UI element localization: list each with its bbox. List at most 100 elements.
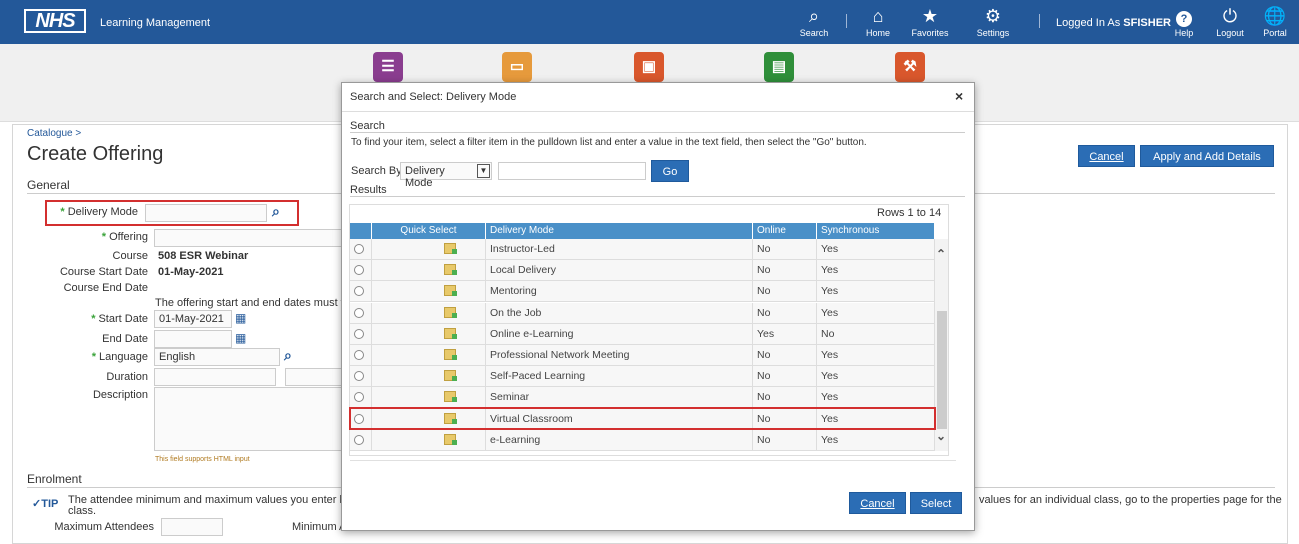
column-header-radio — [350, 223, 372, 239]
row-radio-button[interactable] — [354, 328, 364, 339]
column-header-online[interactable]: Online — [753, 223, 817, 239]
duration-input[interactable] — [154, 368, 276, 386]
cancel-button[interactable]: Cancel — [1078, 145, 1135, 167]
search-by-label: Search By — [351, 165, 402, 177]
quick-select-icon[interactable] — [444, 306, 457, 318]
quick-select-icon[interactable] — [444, 349, 457, 360]
presentation-icon[interactable]: ▭ — [502, 52, 532, 82]
header-search-button[interactable]: ⌕ Search — [798, 6, 830, 38]
row-radio-button[interactable] — [354, 350, 364, 360]
quick-select-cell — [372, 366, 486, 388]
tools-icon[interactable]: ⚒ — [895, 52, 925, 82]
header-home-label: Home — [865, 28, 890, 38]
calendar-icon[interactable]: ▦ — [235, 331, 246, 345]
modal-cancel-button[interactable]: Cancel — [849, 492, 906, 514]
column-header-synchronous[interactable]: Synchronous — [817, 223, 934, 239]
table-row[interactable]: Mentoring No Yes — [350, 281, 934, 303]
html-support-note: This field supports HTML input — [155, 456, 250, 463]
row-radio-button[interactable] — [354, 244, 364, 254]
table-row[interactable]: Seminar No Yes — [350, 387, 934, 409]
header-logout-button[interactable]: ⏻ Logout — [1212, 6, 1248, 38]
search-select-modal: Search and Select: Delivery Mode × Searc… — [341, 82, 975, 531]
table-row[interactable]: Instructor-Led No Yes — [350, 239, 934, 260]
quick-select-icon[interactable] — [444, 391, 457, 403]
search-by-select[interactable]: Delivery Mode ▼ — [400, 162, 492, 189]
duration-unit-select[interactable] — [285, 368, 342, 386]
quick-select-cell — [372, 429, 486, 451]
end-date-label: End Date — [102, 333, 148, 345]
search-icon[interactable]: ⌕ — [284, 347, 292, 364]
quick-select-icon[interactable] — [444, 433, 457, 445]
language-input[interactable]: English — [154, 348, 280, 366]
header-separator — [1039, 14, 1040, 28]
cancel-button-label: Cancel — [1089, 151, 1124, 163]
table-row[interactable]: Local Delivery No Yes — [350, 260, 934, 282]
offering-input[interactable] — [154, 229, 342, 247]
delivery-mode-cell: Self-Paced Learning — [486, 366, 753, 388]
online-cell: No — [753, 239, 817, 260]
table-row[interactable]: On the Job No Yes — [350, 302, 934, 324]
quick-select-icon[interactable] — [444, 264, 457, 276]
delivery-mode-input[interactable] — [145, 204, 267, 222]
folders-icon[interactable]: ▤ — [764, 52, 794, 82]
select-button[interactable]: Select — [910, 492, 962, 514]
chevron-up-icon[interactable]: ⌃ — [936, 247, 946, 261]
header-portal-button[interactable]: 🌐 Portal — [1259, 6, 1291, 38]
apply-and-add-details-button[interactable]: Apply and Add Details — [1140, 145, 1274, 167]
max-attendees-input[interactable] — [161, 518, 223, 536]
description-textarea[interactable] — [154, 387, 342, 451]
row-radio-button[interactable] — [354, 286, 364, 297]
table-row[interactable]: Self-Paced Learning No Yes — [350, 366, 934, 388]
header-separator — [846, 14, 847, 28]
row-radio-button[interactable] — [354, 265, 364, 276]
header-help-label: Help — [1174, 28, 1194, 38]
books-icon[interactable]: ☰ — [373, 52, 403, 82]
max-attendees-label: Maximum Attendees — [54, 521, 154, 533]
general-heading: General — [27, 178, 70, 192]
column-header-quick-select: Quick Select — [372, 223, 486, 239]
synchronous-cell: No — [821, 327, 835, 340]
quick-select-icon[interactable] — [444, 243, 457, 254]
header-home-button[interactable]: ⌂ Home — [862, 6, 894, 38]
online-cell: No — [753, 260, 817, 282]
gear-icon: ⚙ — [984, 6, 1002, 26]
row-radio-cell — [350, 281, 372, 303]
quick-select-cell — [372, 260, 486, 282]
chevron-down-icon[interactable]: ⌄ — [936, 429, 946, 443]
search-value-input[interactable] — [498, 162, 646, 180]
calendar-icon[interactable]: ▦ — [235, 311, 246, 325]
column-header-delivery-mode[interactable]: Delivery Mode — [486, 223, 753, 239]
row-radio-button[interactable] — [354, 371, 364, 382]
synchronous-cell: Yes — [821, 391, 839, 404]
go-button[interactable]: Go — [651, 160, 689, 182]
delivery-mode-cell: Instructor-Led — [486, 239, 753, 260]
row-radio-button[interactable] — [354, 307, 364, 318]
close-icon[interactable]: × — [955, 88, 963, 104]
modal-title: Search and Select: Delivery Mode — [350, 91, 517, 103]
virtual-classroom-highlight — [349, 407, 936, 430]
row-radio-cell — [350, 345, 372, 366]
synchronous-cell: Yes — [821, 264, 839, 277]
table-row[interactable]: e-Learning No Yes — [350, 429, 934, 451]
header-favorites-button[interactable]: ★ Favorites — [904, 6, 956, 38]
table-row[interactable]: Online e-Learning Yes No — [350, 323, 934, 345]
end-date-input[interactable] — [154, 330, 232, 348]
quick-select-icon[interactable] — [444, 285, 457, 297]
page-title: Create Offering — [27, 143, 164, 165]
table-row[interactable]: Professional Network Meeting No Yes — [350, 345, 934, 366]
help-icon: ? — [1170, 6, 1198, 28]
quick-select-icon[interactable] — [444, 327, 457, 339]
scrollbar-thumb[interactable] — [937, 311, 947, 429]
start-date-input[interactable]: 01-May-2021 — [154, 310, 232, 328]
search-icon[interactable]: ⌕ — [272, 203, 280, 220]
row-radio-button[interactable] — [354, 392, 364, 403]
header-settings-button[interactable]: ⚙ Settings — [970, 6, 1016, 38]
power-icon: ⏻ — [1222, 6, 1238, 26]
row-radio-button[interactable] — [354, 434, 364, 445]
chevron-down-icon: ▼ — [477, 164, 490, 178]
header-help-button[interactable]: ? Help — [1170, 6, 1198, 38]
breadcrumb[interactable]: Catalogue > — [27, 128, 81, 139]
results-scrollbar[interactable]: ⌃ ⌄ — [934, 239, 948, 451]
quick-select-icon[interactable] — [444, 370, 457, 382]
id-card-icon[interactable]: ▣ — [634, 52, 664, 82]
